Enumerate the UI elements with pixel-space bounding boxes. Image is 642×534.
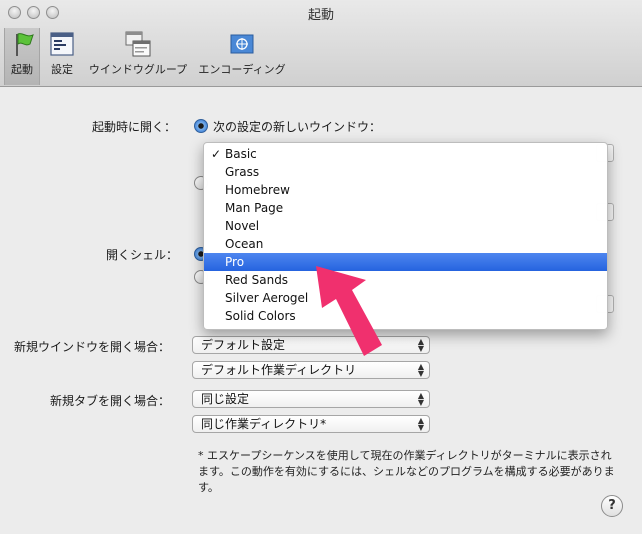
preferences-window: 起動 起動 設定 ウインドウグループ エンコーディング 起動時に開く： 次の設定… [0,0,642,534]
menu-item-label: Red Sands [225,273,289,287]
menu-item-label: Ocean [225,237,264,251]
menu-item-label: Solid Colors [225,309,296,323]
popup-value: デフォルト作業ディレクトリ [201,363,357,377]
startup-label: 起動時に開く： [92,120,177,134]
updown-arrows-icon: ▲ ▼ [417,391,424,407]
menu-item-label: Homebrew [225,183,290,197]
updown-arrows-icon: ▲ ▼ [417,416,424,432]
menu-item-pro[interactable]: Pro [204,253,607,271]
checkmark-icon: ✓ [211,147,222,161]
toolbar-encoding[interactable]: エンコーディング [196,30,288,84]
menu-item-basic[interactable]: ✓ Basic [204,145,607,163]
flag-icon [8,30,36,58]
settings-window-icon [48,30,76,58]
window-title: 起動 [307,8,334,23]
popup-value: 同じ設定 [201,392,250,406]
menu-item-label: Pro [225,255,245,269]
window-group-icon [124,30,152,58]
help-button[interactable]: ? [601,495,623,517]
menu-item-red-sands[interactable]: Red Sands [204,271,607,289]
new-window-dir-popup[interactable]: デフォルト作業ディレクトリ ▲ ▼ [192,361,430,379]
toolbar-label: 設定 [51,63,73,76]
encoding-flag-icon [228,30,256,58]
menu-item-grass[interactable]: Grass [204,163,607,181]
menu-item-silver-aerogel[interactable]: Silver Aerogel [204,289,607,307]
menu-item-novel[interactable]: Novel [204,217,607,235]
popup-value: 同じ作業ディレクトリ* [201,417,327,431]
updown-arrows-icon: ▲ ▼ [417,362,424,378]
toolbar-window-groups[interactable]: ウインドウグループ [86,30,190,84]
shell-label: 開くシェル： [106,248,179,262]
toolbar-label: ウインドウグループ [88,63,188,76]
popup-value: デフォルト設定 [201,338,286,352]
toolbar-settings[interactable]: 設定 [44,30,80,84]
menu-item-label: Grass [225,165,260,179]
menu-item-label: Silver Aerogel [225,291,309,305]
menu-item-ocean[interactable]: Ocean [204,235,607,253]
new-window-profile-popup[interactable]: デフォルト設定 ▲ ▼ [192,336,430,354]
startup-new-window-radio[interactable] [194,119,208,133]
startup-option-label: 次の設定の新しいウインドウ： [213,120,382,134]
profile-dropdown-menu: ✓ Basic Grass Homebrew Man Page Novel Oc… [203,142,608,330]
toolbar-label: エンコーディング [198,63,286,76]
new-window-label: 新規ウインドウを開く場合： [14,340,171,354]
updown-arrows-icon: ▲ ▼ [417,337,424,353]
menu-item-label: Basic [225,147,257,161]
toolbar-label: 起動 [11,63,33,76]
menu-item-solid-colors[interactable]: Solid Colors [204,307,607,325]
title-toolbar: 起動 起動 設定 ウインドウグループ エンコーディング [0,0,642,87]
new-tab-label: 新規タブを開く場合： [50,394,171,408]
menu-item-man-page[interactable]: Man Page [204,199,607,217]
working-directory-note: * エスケープシーケンスを使用して現在の作業ディレクトリがターミナルに表示されま… [198,449,615,494]
toolbar-startup[interactable]: 起動 [4,28,40,85]
menu-item-label: Novel [225,219,260,233]
new-tab-profile-popup[interactable]: 同じ設定 ▲ ▼ [192,390,430,408]
menu-item-homebrew[interactable]: Homebrew [204,181,607,199]
menu-item-label: Man Page [225,201,284,215]
new-tab-dir-popup[interactable]: 同じ作業ディレクトリ* ▲ ▼ [192,415,430,433]
